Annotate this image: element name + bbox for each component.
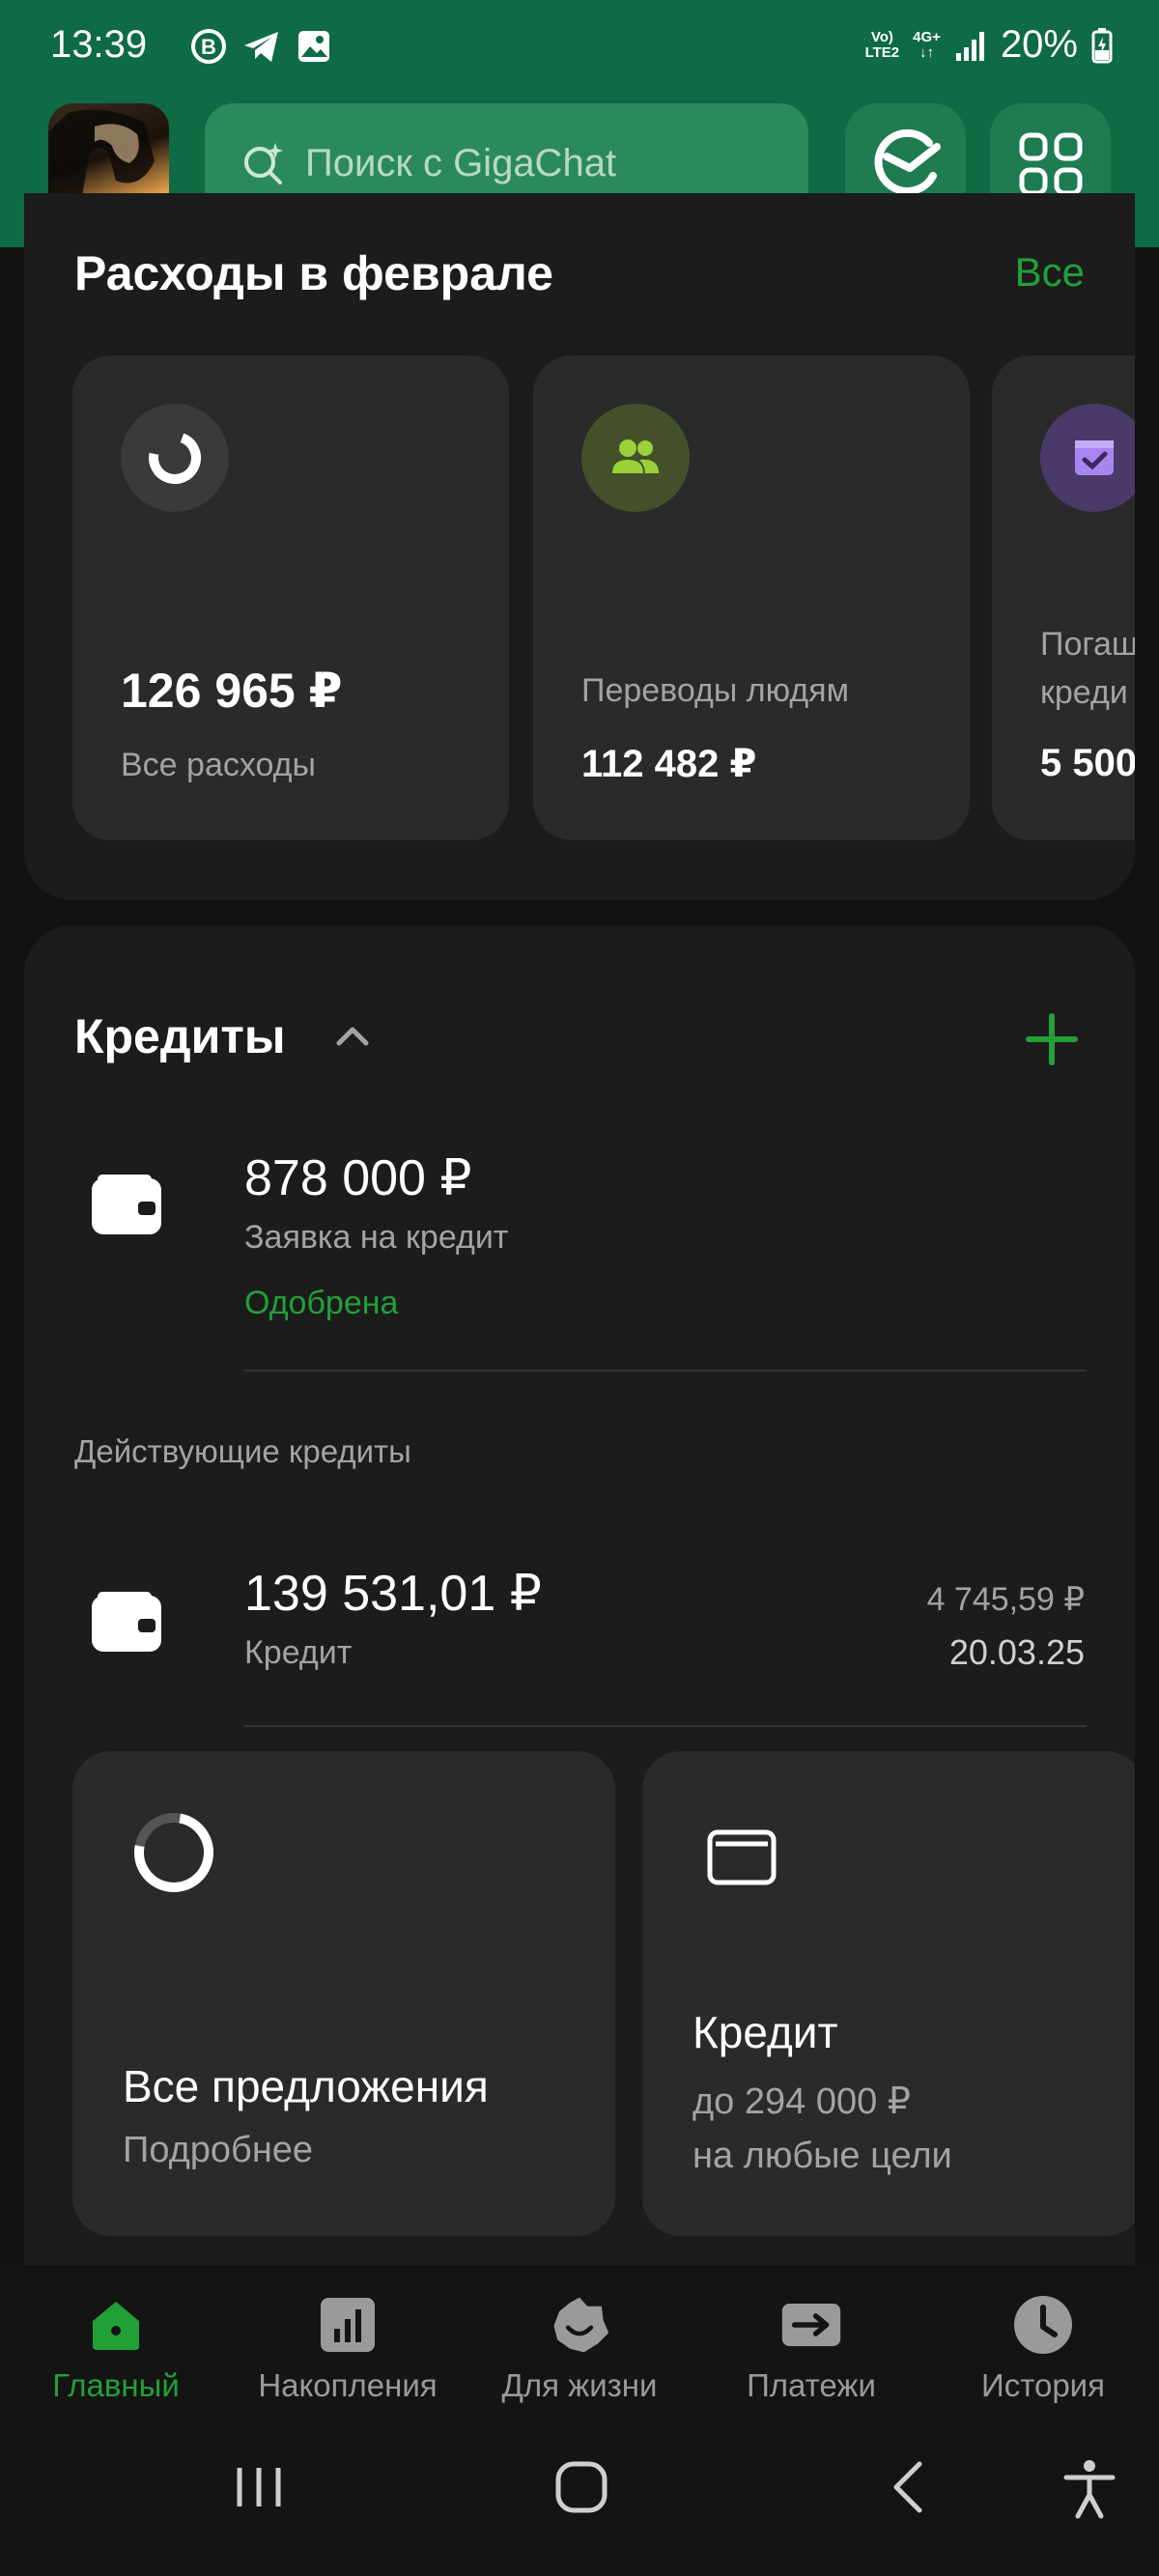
all-expenses-amount: 126 965 ₽ [121,664,343,718]
nav-savings[interactable]: Накопления [232,2294,464,2404]
credit-offer-title: Кредит [693,2007,838,2057]
active-credits-header: Действующие кредиты [74,1433,411,1469]
next-payment-date: 20.03.25 [948,1632,1085,1672]
credit-application-label: Заявка на кредит [244,1219,509,1256]
loan-repayment-label-line2: креди [1040,674,1128,711]
svg-text:B: B [201,35,216,59]
ai-search-icon [244,142,283,184]
battery-percent: 20% [1000,23,1078,66]
b-notification-icon: B [191,29,226,64]
credits-card: Кредиты 878 000 ₽ Заявка на кредит Одобр… [24,925,1135,2278]
nav-label: История [981,2367,1105,2403]
active-credit-label: Кредит [244,1634,353,1671]
credit-offer-purpose: на любые цели [693,2136,952,2176]
all-expenses-label: Все расходы [121,747,316,783]
transfers-label: Переводы людям [581,672,849,709]
transfers-tile[interactable]: Переводы людям 112 482 ₽ [533,355,970,840]
credit-offer-tile[interactable]: Кредит до 294 000 ₽ на любые цели [642,1751,1135,2236]
home-system-icon[interactable] [552,2458,610,2516]
all-offers-subtitle: Подробнее [123,2130,314,2170]
loan-repayment-label-line1: Погаш [1040,626,1135,663]
bottom-nav: Главный Накопления Для жизни Платежи Ист… [0,2265,1159,2420]
chart-icon [317,2294,379,2356]
loading-ring-icon [134,1813,213,1892]
next-payment-amount: 4 745,59 ₽ [926,1581,1085,1618]
nav-payments[interactable]: Платежи [695,2294,927,2404]
nav-label: Для жизни [501,2367,658,2403]
nav-label: Главный [52,2367,180,2403]
search-placeholder: Поиск с GigaChat [305,142,617,184]
all-offers-tile[interactable]: Все предложения Подробнее [72,1751,615,2236]
calendar-check-icon [1040,404,1135,512]
telegram-icon [244,32,278,62]
expenses-card: Расходы в феврале Все 126 965 ₽ Все расх… [24,193,1135,900]
transfers-amount: 112 482 ₽ [581,743,757,785]
add-credit-icon[interactable] [1021,1008,1083,1070]
network-type-indicator: 4G+ ↓↑ [913,28,941,61]
wallet-outline-icon [707,1829,777,1885]
status-time: 13:39 [50,23,148,66]
loan-repayment-amount: 5 500 [1040,742,1135,784]
credit-application-status: Одобрена [244,1285,399,1321]
nav-label: Платежи [747,2367,876,2403]
smile-icon [549,2294,610,2356]
credit-offer-limit: до 294 000 ₽ [693,2081,911,2122]
back-icon[interactable] [887,2458,929,2516]
accessibility-icon[interactable] [1062,2458,1117,2520]
home-icon [85,2294,147,2356]
nav-lifestyle[interactable]: Для жизни [464,2294,695,2404]
battery-charging-icon [1091,27,1113,63]
clock-icon [1012,2294,1074,2356]
expenses-title: Расходы в феврале [74,246,553,300]
nav-label: Накопления [258,2367,438,2403]
loan-repayment-tile[interactable]: Погаш креди 5 500 [992,355,1135,840]
chevron-up-icon[interactable] [333,1020,372,1053]
all-offers-title: Все предложения [123,2061,489,2111]
divider [244,1725,1087,1727]
expenses-all-link[interactable]: Все [1015,249,1085,296]
signal-icon [955,31,984,61]
people-icon [581,404,690,512]
wallet-icon [92,1592,161,1652]
credit-application-amount: 878 000 ₽ [244,1150,472,1206]
grid-icon [1019,132,1082,195]
divider [244,1370,1087,1372]
nav-history[interactable]: История [927,2294,1159,2404]
expenses-ring-icon [121,404,229,512]
gallery-icon [298,31,329,62]
all-expenses-tile[interactable]: 126 965 ₽ Все расходы [72,355,509,840]
arrow-right-icon [780,2294,842,2356]
volte-indicator: Vo) LTE2 [864,28,900,61]
active-credit-amount: 139 531,01 ₽ [244,1566,542,1622]
recents-icon[interactable] [232,2458,286,2516]
nav-home[interactable]: Главный [0,2294,232,2404]
status-bar: 13:39 B Vo) LTE2 4G+ ↓↑ 20% [0,0,1159,97]
sber-logo-icon [874,128,941,195]
credits-title: Кредиты [74,1009,286,1063]
system-nav-bar [0,2420,1159,2576]
wallet-icon [92,1175,161,1234]
